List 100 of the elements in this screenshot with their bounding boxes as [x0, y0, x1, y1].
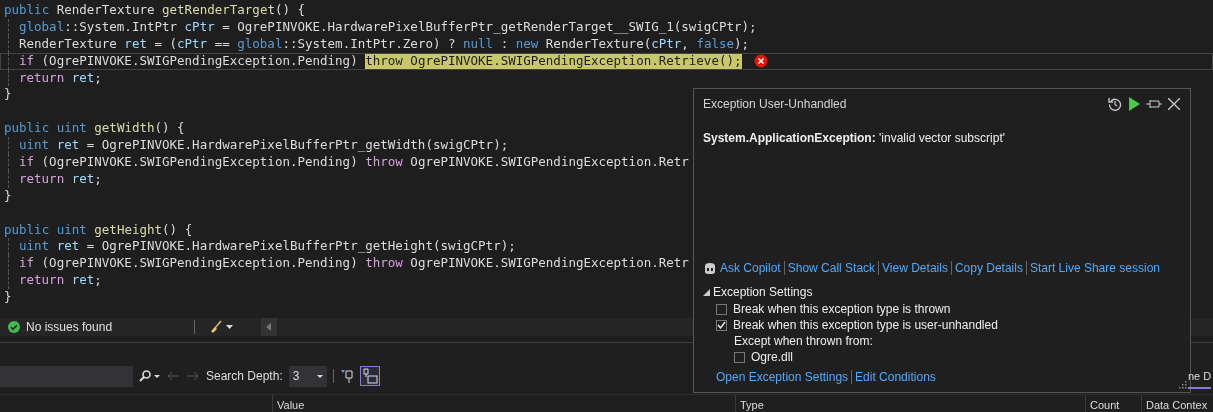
code-token: return	[19, 272, 65, 290]
code-token: }	[4, 289, 12, 307]
code-token: cPtr	[184, 18, 215, 36]
code-token: return	[19, 69, 65, 87]
settings-link[interactable]: Open Exception Settings	[716, 368, 849, 386]
code-token: OgrePINVOKE.SWIGPendingException.Retr	[409, 154, 689, 171]
code-token: RenderTexture	[19, 35, 118, 53]
pin-text-icon[interactable]	[359, 366, 380, 386]
caret-icon	[154, 374, 160, 378]
code-token: = OgrePINVOKE.HardwarePixelBufferPtr_getWidth(swigCPtr);	[85, 137, 509, 155]
action-link[interactable]: Show Call Stack	[787, 259, 876, 277]
column-header[interactable]: Count	[1085, 395, 1141, 412]
code-token: () {	[162, 221, 193, 239]
broom-button[interactable]	[209, 320, 234, 334]
code-token: if	[19, 52, 35, 70]
action-link[interactable]: View Details	[882, 259, 948, 277]
code-token: new	[515, 35, 539, 53]
copilot-icon	[703, 261, 717, 275]
action-link[interactable]: Start Live Share session	[1029, 259, 1160, 277]
code-token: null	[463, 35, 494, 53]
check-icon	[8, 321, 20, 333]
code-token: :	[499, 35, 510, 53]
code-token: getHeight	[93, 221, 163, 239]
code-token: (OgrePINVOKE.SWIGPendingException.Pending)	[40, 52, 359, 70]
action-link[interactable]: Copy Details	[954, 259, 1023, 277]
code-token: ret	[70, 69, 95, 87]
code-token: global	[19, 18, 65, 36]
code-token: ::System.IntPtr	[64, 18, 179, 36]
code-token: uint	[55, 221, 87, 239]
code-token: ret	[55, 238, 80, 256]
code-token: cPtr	[177, 35, 208, 53]
scroll-left-icon[interactable]	[261, 318, 278, 336]
code-token: cPtr	[651, 35, 682, 53]
highlighted-statement: throw OgrePINVOKE.SWIGPendingException.Retrieve();	[365, 52, 742, 70]
checkbox[interactable]	[716, 319, 727, 331]
caret-icon	[316, 374, 323, 378]
column-header[interactable]: Type	[735, 395, 1085, 412]
code-token: ,	[681, 35, 690, 53]
code-token: RenderTexture	[55, 2, 156, 19]
settings-link[interactable]: Edit Conditions	[855, 368, 936, 386]
code-token: false	[696, 35, 734, 53]
broom-icon	[209, 320, 224, 334]
code-token: throw	[365, 154, 403, 171]
code-token: OgrePINVOKE.SWIGPendingException.Retr	[409, 255, 689, 273]
resize-grip-icon[interactable]	[1179, 381, 1187, 389]
code-token: RenderTexture(	[544, 35, 652, 53]
code-token: return	[19, 170, 65, 188]
option-label: Break when this exception type is user-unhandled	[733, 317, 998, 334]
code-token: ;	[94, 272, 102, 290]
code-token: ret	[124, 35, 147, 53]
column-header[interactable]: Data Contex	[1141, 395, 1213, 412]
checkbox[interactable]	[716, 303, 727, 315]
code-token: = OgrePINVOKE.HardwarePixelBufferPtr_getHeight(swigCPtr);	[85, 238, 516, 256]
code-token: ret	[70, 272, 95, 290]
code-token: global	[237, 35, 283, 53]
code-token: );	[734, 35, 750, 53]
code-token: }	[4, 86, 12, 104]
caret-icon	[226, 325, 234, 329]
code-token: if	[19, 154, 35, 171]
column-header[interactable]: Value	[272, 395, 735, 412]
code-token: uint	[19, 238, 50, 256]
code-token: public	[4, 120, 50, 138]
close-icon[interactable]	[1168, 98, 1180, 110]
code-token: ret	[70, 170, 95, 188]
code-token: getWidth	[93, 120, 155, 138]
code-token: }	[4, 187, 12, 205]
popup-title: Exception User-Unhandled	[703, 96, 848, 113]
code-token: uint	[19, 137, 50, 155]
exception-message: System.ApplicationException: 'invalid vector subscript'	[703, 130, 1006, 147]
code-token: throw	[365, 255, 403, 273]
checkbox[interactable]	[734, 351, 745, 363]
code-token: public	[4, 221, 50, 239]
code-token: (OgrePINVOKE.SWIGPendingException.Pending)	[40, 255, 359, 273]
settings-expander[interactable]: Exception Settings	[703, 283, 1180, 301]
option-label: Break when this exception type is thrown	[733, 301, 951, 318]
code-token: () {	[154, 120, 185, 138]
search-field[interactable]	[0, 365, 133, 387]
status-text: No issues found	[26, 319, 113, 336]
code-token: public	[4, 2, 50, 19]
search-button[interactable]	[139, 370, 160, 382]
code-token: = (	[153, 35, 178, 53]
option-label: Ogre.dll	[751, 349, 794, 366]
code-token: ==	[213, 35, 231, 53]
play-icon[interactable]	[1128, 97, 1140, 111]
code-token: (OgrePINVOKE.SWIGPendingException.Pending)	[40, 154, 359, 171]
code-token: () {	[274, 2, 306, 19]
code-token: ::System.IntPtr.Zero) ?	[282, 35, 457, 53]
code-token: uint	[55, 120, 87, 138]
search-depth-dropdown[interactable]: 3	[288, 365, 327, 387]
code-token: = OgrePINVOKE.HardwarePixelBufferPtr_getRenderTarget__SWIG_1(swigCPtr);	[221, 18, 757, 36]
action-link[interactable]: Ask Copilot	[720, 259, 781, 277]
history-icon[interactable]	[1108, 97, 1122, 111]
code-token: if	[19, 255, 35, 273]
code-token: getRenderTarget	[162, 2, 275, 19]
except-label: Except when thrown from:	[734, 333, 873, 350]
search-icon	[139, 370, 151, 382]
code-token: ret	[55, 137, 80, 155]
search-depth-label: Search Depth:	[206, 368, 283, 385]
pin-icon[interactable]	[1146, 98, 1162, 110]
pin-filter-icon[interactable]	[339, 369, 354, 383]
